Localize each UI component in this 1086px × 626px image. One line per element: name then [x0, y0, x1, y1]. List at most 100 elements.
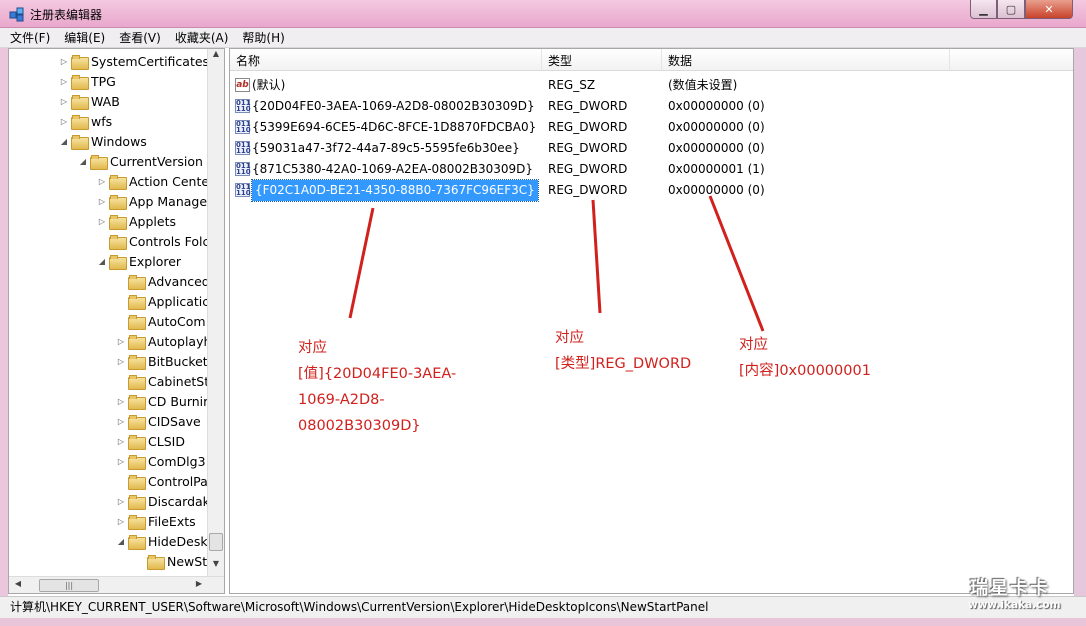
value-row[interactable]: 011 110 {20D04FE0-3AEA-1069-A2D8-08002B30…	[230, 96, 1073, 117]
expand-arrow-icon[interactable]: ▷	[116, 337, 126, 346]
maximize-button[interactable]: ▢	[997, 0, 1025, 19]
tree-item[interactable]: ▷ Applets	[97, 211, 176, 231]
annotation-line: 对应	[298, 340, 327, 356]
tree-item[interactable]: ControlPa	[116, 471, 208, 491]
column-header-type[interactable]: 类型	[542, 49, 662, 71]
window-frame-bottom	[0, 618, 1086, 626]
tree-item[interactable]: NewSt	[135, 551, 207, 571]
tree-item[interactable]: ▷ App Manage	[97, 191, 207, 211]
column-header-name[interactable]: 名称	[230, 49, 542, 71]
tree-item-label: TPG	[91, 73, 116, 89]
menu-favorites[interactable]: 收藏夹(A)	[175, 29, 229, 46]
value-data: 0x00000000 (0)	[668, 141, 765, 155]
folder-icon	[128, 274, 146, 290]
status-bar-path: 计算机\HKEY_CURRENT_USER\Software\Microsoft…	[0, 596, 1086, 618]
expand-arrow-icon[interactable]: ▷	[59, 77, 69, 86]
value-row[interactable]: 011 110 {5399E694-6CE5-4D6C-8FCE-1D8870FD…	[230, 117, 1073, 138]
folder-icon	[128, 414, 146, 430]
tree-item[interactable]: ▷ FileExts	[116, 511, 196, 531]
tree-item-label: WAB	[91, 93, 120, 109]
annotation-line: [值]{20D04FE0-3AEA-	[298, 366, 457, 382]
expand-arrow-icon[interactable]: ▷	[116, 397, 126, 406]
expand-arrow-icon[interactable]: ▷	[97, 197, 107, 206]
tree-item[interactable]: ▷ CIDSave	[116, 411, 201, 431]
close-button[interactable]: ✕	[1025, 0, 1073, 19]
value-row[interactable]: 011 110 {F02C1A0D-BE21-4350-88B0-7367FC96…	[230, 179, 1073, 202]
tree-item[interactable]: ▷ SystemCertificates	[59, 51, 209, 71]
tree-item[interactable]: Applicatic	[116, 291, 209, 311]
tree-item[interactable]: ▷ TPG	[59, 71, 116, 91]
value-row[interactable]: 011 110 {59031a47-3f72-44a7-89c5-5595fe6b…	[230, 138, 1073, 159]
minimize-button[interactable]: ▁	[970, 0, 997, 19]
expand-arrow-icon[interactable]: ◢	[97, 257, 107, 266]
annotation-data: 对应 [内容]0x00000001	[739, 332, 871, 384]
scroll-right-arrow-icon[interactable]: ▶	[192, 579, 206, 588]
tree-item[interactable]: ▷ WAB	[59, 91, 120, 111]
expand-arrow-icon[interactable]: ▷	[59, 97, 69, 106]
tree-item-label: App Manage	[129, 193, 208, 209]
tree-item-label: CurrentVersion	[110, 153, 203, 169]
tree-item[interactable]: ◢ CurrentVersion	[78, 151, 203, 171]
folder-icon	[109, 194, 127, 210]
expand-arrow-icon[interactable]: ▷	[59, 57, 69, 66]
tree-item-label: Explorer	[129, 253, 182, 269]
tree-item-label: Discardak	[148, 493, 210, 509]
tree-item[interactable]: ◢ Windows	[59, 131, 147, 151]
column-header-data[interactable]: 数据	[662, 49, 950, 71]
value-name: {59031a47-3f72-44a7-89c5-5595fe6b30ee}	[252, 141, 520, 155]
tree-item[interactable]: ▷ Discardak	[116, 491, 210, 511]
menu-edit[interactable]: 编辑(E)	[64, 29, 105, 46]
value-name: (默认)	[252, 78, 286, 92]
expand-arrow-icon[interactable]: ▷	[116, 497, 126, 506]
registry-key-tree[interactable]: NewSt ◢ HideDesk ▷ FileExts ▷ Discardak Control…	[8, 48, 225, 594]
menu-file[interactable]: 文件(F)	[10, 29, 50, 46]
tree-item[interactable]: ▷ BitBucket	[116, 351, 208, 371]
expand-arrow-icon[interactable]: ▷	[97, 177, 107, 186]
expand-arrow-icon[interactable]: ▷	[59, 117, 69, 126]
tree-item[interactable]: ▷ Autoplayh	[116, 331, 211, 351]
tree-scroll-thumb[interactable]	[209, 533, 223, 551]
tree-item[interactable]: Controls Folc	[97, 231, 209, 251]
tree-item[interactable]: ◢ Explorer	[97, 251, 181, 271]
expand-arrow-icon[interactable]: ▷	[97, 217, 107, 226]
value-row[interactable]: 011 110 {871C5380-42A0-1069-A2EA-08002B30…	[230, 159, 1073, 180]
scroll-left-arrow-icon[interactable]: ◀	[11, 579, 25, 588]
tree-item[interactable]: ◢ HideDesk	[116, 531, 208, 551]
folder-icon	[147, 554, 165, 570]
expand-arrow-icon[interactable]: ◢	[116, 537, 126, 546]
tree-item[interactable]: CabinetSt	[116, 371, 209, 391]
tree-horizontal-scrollbar[interactable]: ◀ ||| ▶	[9, 576, 224, 593]
value-type: REG_DWORD	[548, 141, 628, 155]
window-frame-left	[0, 48, 8, 601]
tree-item[interactable]: AutoCom	[116, 311, 206, 331]
expand-arrow-icon[interactable]: ▷	[116, 417, 126, 426]
tree-item-label: Windows	[91, 133, 147, 149]
tree-item[interactable]: ▷ CD Burnir	[116, 391, 208, 411]
string-value-icon: ab	[235, 78, 250, 92]
expand-arrow-icon[interactable]: ▷	[116, 437, 126, 446]
expand-arrow-icon[interactable]: ◢	[78, 157, 88, 166]
menu-view[interactable]: 查看(V)	[119, 29, 161, 46]
tree-item[interactable]: ▷ Action Cente	[97, 171, 209, 191]
tree-item[interactable]: Advanced	[116, 271, 210, 291]
tree-hscroll-thumb[interactable]: |||	[39, 579, 99, 592]
annotation-line: [类型]REG_DWORD	[555, 356, 692, 372]
expand-arrow-icon[interactable]: ◢	[59, 137, 69, 146]
value-row[interactable]: ab (默认) REG_SZ (数值未设置)	[230, 75, 1073, 96]
registry-values-list[interactable]: 名称 类型 数据 ab (默认) REG_SZ (数值未设置) 011 110 {20D0…	[229, 48, 1074, 594]
tree-item-label: wfs	[91, 113, 113, 129]
annotation-line: 对应	[555, 330, 584, 346]
expand-arrow-icon[interactable]: ▷	[116, 357, 126, 366]
tree-vertical-scrollbar[interactable]: ▲ ▼	[207, 49, 224, 576]
scroll-down-arrow-icon[interactable]: ▼	[208, 559, 224, 573]
expand-arrow-icon[interactable]: ▷	[116, 457, 126, 466]
folder-icon	[128, 494, 146, 510]
expand-arrow-icon[interactable]: ▷	[116, 517, 126, 526]
tree-item[interactable]: ▷ ComDlg3	[116, 451, 206, 471]
list-header: 名称 类型 数据	[230, 49, 1073, 71]
tree-item[interactable]: ▷ CLSID	[116, 431, 185, 451]
scroll-up-arrow-icon[interactable]: ▲	[208, 49, 224, 63]
tree-item[interactable]: ▷ wfs	[59, 111, 112, 131]
menu-help[interactable]: 帮助(H)	[242, 29, 284, 46]
value-name: {871C5380-42A0-1069-A2EA-08002B30309D}	[252, 162, 533, 176]
